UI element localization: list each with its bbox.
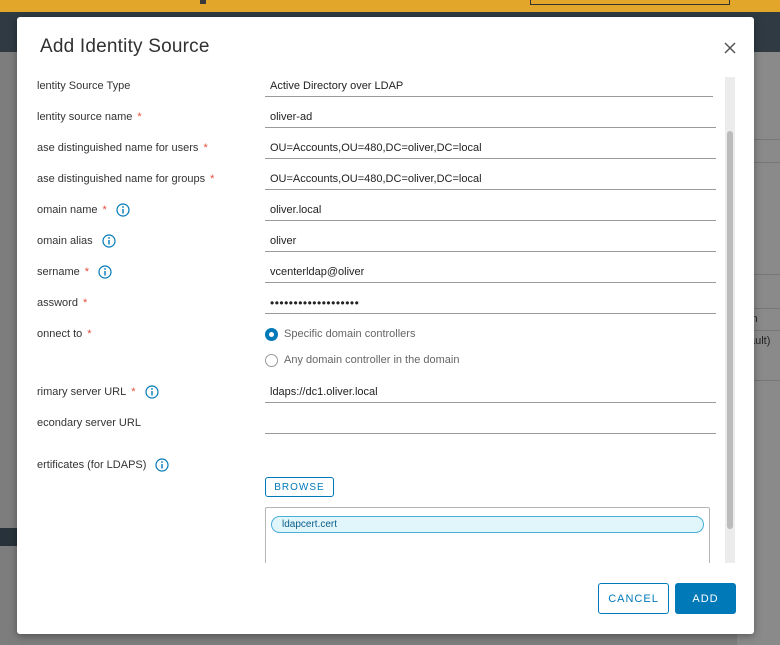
- background-header-bar: [0, 0, 780, 12]
- background-button: [530, 0, 730, 5]
- required-marker: *: [82, 297, 88, 309]
- required-marker: *: [210, 173, 215, 185]
- connect-to-label: onnect to *: [37, 328, 92, 340]
- background-mark: [200, 0, 206, 4]
- cancel-button[interactable]: CANCEL: [598, 583, 669, 614]
- radio-unselected-icon[interactable]: [265, 353, 278, 367]
- identity-source-type-label: lentity Source Type: [37, 80, 131, 92]
- required-marker: *: [131, 386, 136, 398]
- required-marker: *: [203, 142, 208, 154]
- primary-server-url-input[interactable]: ldaps://dc1.oliver.local: [265, 381, 716, 403]
- username-label: sername *: [37, 264, 112, 280]
- base-dn-users-input[interactable]: OU=Accounts,OU=480,DC=oliver,DC=local: [265, 137, 716, 159]
- info-icon[interactable]: [116, 203, 130, 217]
- info-icon[interactable]: [102, 234, 116, 248]
- scrollbar-thumb[interactable]: [727, 131, 733, 529]
- domain-name-label: omain name *: [37, 202, 130, 218]
- domain-name-input[interactable]: oliver.local: [265, 199, 716, 221]
- identity-source-name-input[interactable]: oliver-ad: [265, 106, 716, 128]
- password-label: assword *: [37, 297, 88, 309]
- background-panel: [0, 528, 17, 546]
- certificate-file-chip[interactable]: ldapcert.cert: [271, 516, 704, 533]
- required-marker: *: [137, 111, 142, 123]
- certificate-list: ldapcert.cert: [265, 507, 710, 563]
- add-identity-source-dialog: Add Identity Source lentity Source Type …: [17, 17, 754, 634]
- base-dn-groups-label: ase distinguished name for groups *: [37, 173, 215, 185]
- base-dn-users-label: ase distinguished name for users *: [37, 142, 208, 154]
- radio-any-domain-controller[interactable]: Any domain controller in the domain: [265, 352, 459, 368]
- form-scrollbar[interactable]: [725, 77, 735, 563]
- dialog-title: Add Identity Source: [40, 36, 210, 57]
- form-area: lentity Source Type Active Directory ove…: [17, 75, 754, 563]
- radio-specific-domain-controllers[interactable]: Specific domain controllers: [265, 326, 415, 342]
- secondary-server-url-label: econdary server URL: [37, 417, 141, 429]
- secondary-server-url-input[interactable]: [265, 412, 716, 434]
- browse-button[interactable]: BROWSE: [265, 477, 334, 497]
- close-icon: [720, 38, 740, 58]
- certificates-label: ertificates (for LDAPS): [37, 457, 170, 473]
- add-button[interactable]: ADD: [675, 583, 736, 614]
- info-icon[interactable]: [155, 458, 170, 472]
- close-button[interactable]: [720, 38, 740, 58]
- domain-alias-input[interactable]: oliver: [265, 230, 716, 252]
- domain-alias-label: omain alias: [37, 233, 116, 249]
- required-marker: *: [84, 266, 90, 278]
- password-input[interactable]: •••••••••••••••••••: [265, 292, 716, 314]
- primary-server-url-label: rimary server URL *: [37, 384, 159, 400]
- required-marker: *: [102, 204, 107, 216]
- info-icon[interactable]: [98, 265, 112, 279]
- required-marker: *: [87, 328, 92, 340]
- identity-source-type-value: Active Directory over LDAP: [265, 75, 713, 97]
- info-icon[interactable]: [144, 385, 159, 399]
- base-dn-groups-input[interactable]: OU=Accounts,OU=480,DC=oliver,DC=local: [265, 168, 716, 190]
- identity-source-name-label: lentity source name *: [37, 111, 142, 123]
- username-input[interactable]: vcenterldap@oliver: [265, 261, 716, 283]
- radio-selected-icon[interactable]: [265, 327, 278, 341]
